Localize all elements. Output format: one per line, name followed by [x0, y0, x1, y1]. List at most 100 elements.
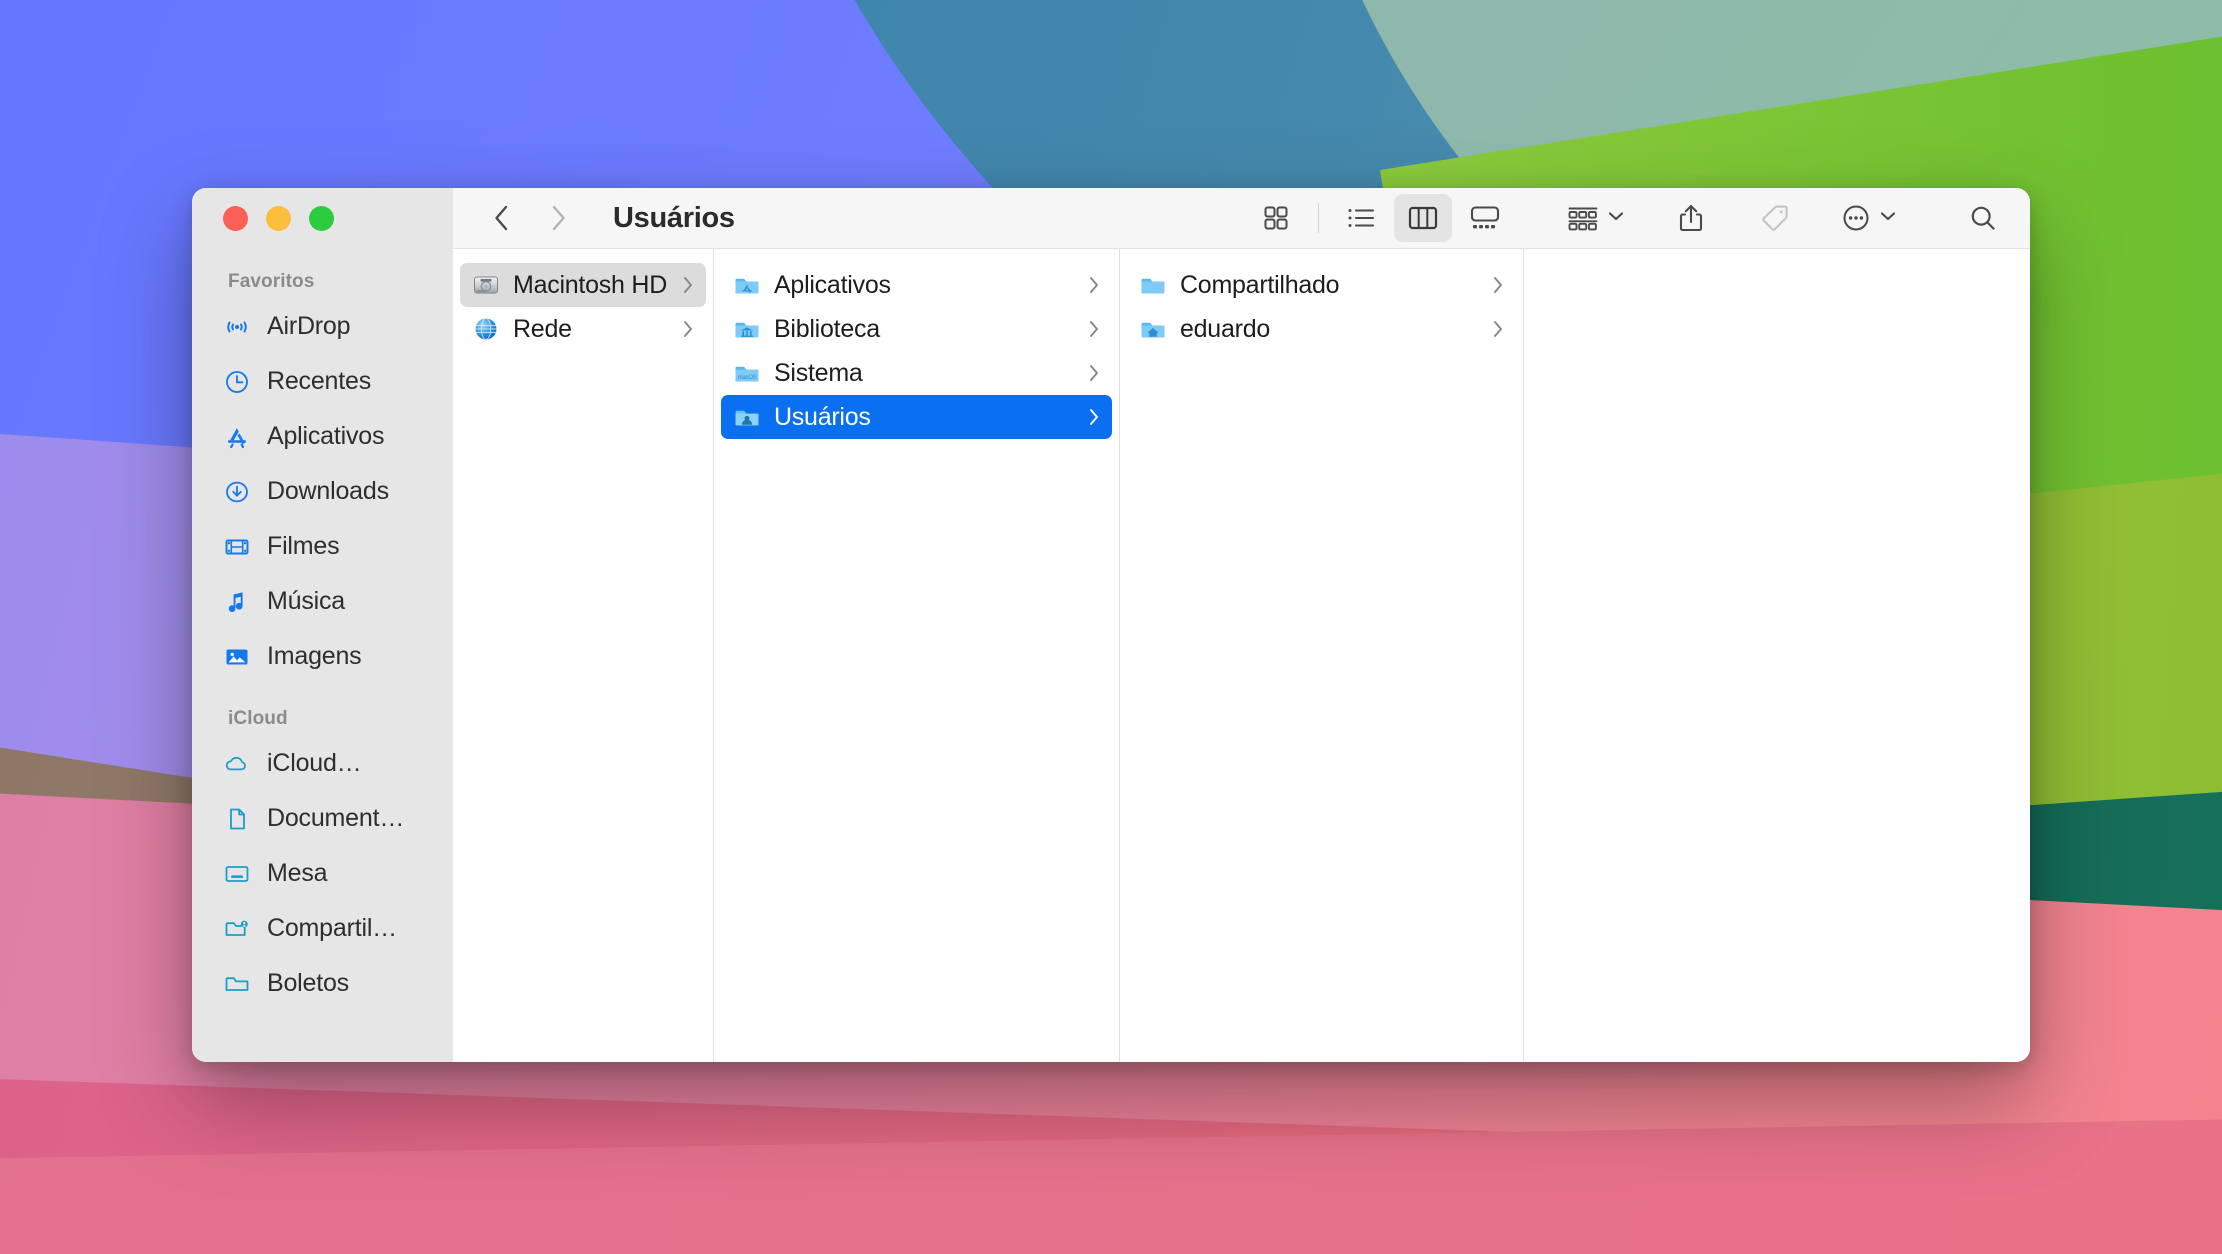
- column-row-usuarios[interactable]: Usuários: [721, 395, 1112, 439]
- svg-text:macOS: macOS: [738, 375, 757, 381]
- sidebar-item-label: AirDrop: [267, 312, 351, 340]
- minimize-button[interactable]: [266, 206, 291, 231]
- chevron-right-icon: [1490, 275, 1506, 295]
- zoom-button[interactable]: [309, 206, 334, 231]
- chevron-right-icon: [1086, 319, 1102, 339]
- photo-icon: [222, 642, 252, 672]
- sidebar-section-header-favoritos: Favoritos: [228, 271, 315, 292]
- folder-library-icon: [732, 314, 762, 344]
- sidebar-section-gap: [192, 684, 453, 708]
- chevron-right-icon: [1086, 275, 1102, 295]
- column-browser: Macintosh HD Rede Aplicativos Biblioteca…: [453, 249, 2030, 1062]
- sidebar-item-label: Mesa: [267, 859, 328, 887]
- window-body: Favoritos AirDrop Recentes Aplicativos D…: [192, 188, 2030, 1062]
- toolbar-divider: [1318, 203, 1319, 233]
- more-icon-wrapper[interactable]: [1834, 194, 1904, 242]
- list-view-button[interactable]: [1332, 194, 1390, 242]
- hard-drive-icon: [471, 270, 501, 300]
- network-globe-icon: [471, 314, 501, 344]
- folder-icon: [1138, 270, 1168, 300]
- column-macintosh-hd[interactable]: Aplicativos Biblioteca macOS Sistema Usu…: [714, 249, 1120, 1062]
- column-usuarios[interactable]: Compartilhado eduardo: [1120, 249, 1524, 1062]
- sidebar-item-aplicativos[interactable]: Aplicativos: [192, 409, 453, 464]
- more-button[interactable]: [1834, 194, 1904, 242]
- sidebar-item-documentos[interactable]: Document…: [192, 791, 453, 846]
- column-row-label: Macintosh HD: [513, 270, 667, 299]
- sidebar-item-recentes[interactable]: Recentes: [192, 354, 453, 409]
- back-button[interactable]: [479, 195, 525, 241]
- column-row-label: Usuários: [774, 402, 871, 431]
- sidebar-item-musica[interactable]: Música: [192, 574, 453, 629]
- chevron-right-icon: [1490, 319, 1506, 339]
- column-row-macintosh-hd[interactable]: Macintosh HD: [460, 263, 706, 307]
- finder-window[interactable]: Favoritos AirDrop Recentes Aplicativos D…: [192, 188, 2030, 1062]
- sidebar-item-label: Downloads: [267, 477, 389, 505]
- sidebar: Favoritos AirDrop Recentes Aplicativos D…: [192, 188, 453, 1062]
- column-row-label: Sistema: [774, 358, 863, 387]
- column-row-label: Biblioteca: [774, 314, 880, 343]
- chevron-down-icon: [1606, 209, 1626, 228]
- column-row-label: Rede: [513, 314, 572, 343]
- sidebar-scroll-area[interactable]: Favoritos AirDrop Recentes Aplicativos D…: [192, 249, 453, 1062]
- shared-folder-icon: [222, 914, 252, 944]
- tags-button[interactable]: [1750, 194, 1800, 242]
- download-icon: [222, 477, 252, 507]
- sidebar-item-filmes[interactable]: Filmes: [192, 519, 453, 574]
- group-button[interactable]: [1560, 194, 1632, 242]
- clock-icon: [222, 367, 252, 397]
- main-pane: Usuários Macintosh HD Rede Aplicativos B…: [453, 188, 2030, 1062]
- search-button[interactable]: [1958, 194, 2008, 242]
- column-row-label: eduardo: [1180, 314, 1270, 343]
- sidebar-item-label: iCloud…: [267, 749, 362, 777]
- cloud-icon: [222, 749, 252, 779]
- toolbar: Usuários: [453, 188, 2030, 249]
- column-row-aplicativos[interactable]: Aplicativos: [721, 263, 1112, 307]
- appstore-icon: [222, 422, 252, 452]
- sidebar-item-label: Compartil…: [267, 914, 397, 942]
- sidebar-item-label: Imagens: [267, 642, 362, 670]
- column-view-button[interactable]: [1394, 194, 1452, 242]
- chevron-right-icon: [680, 275, 696, 295]
- film-icon: [222, 532, 252, 562]
- folder-system-icon: macOS: [732, 358, 762, 388]
- column-row-rede[interactable]: Rede: [460, 307, 706, 351]
- sidebar-item-airdrop[interactable]: AirDrop: [192, 299, 453, 354]
- sidebar-item-label: Recentes: [267, 367, 372, 395]
- sidebar-item-label: Filmes: [267, 532, 340, 560]
- column-row-biblioteca[interactable]: Biblioteca: [721, 307, 1112, 351]
- folder-apps-icon: [732, 270, 762, 300]
- chevron-right-icon: [1086, 363, 1102, 383]
- column-row-compartilhado[interactable]: Compartilhado: [1127, 263, 1516, 307]
- traffic-lights: [192, 188, 453, 249]
- forward-button[interactable]: [535, 195, 581, 241]
- sidebar-section-header-icloud: iCloud: [228, 708, 288, 729]
- sidebar-item-downloads[interactable]: Downloads: [192, 464, 453, 519]
- group-icon-wrapper[interactable]: [1560, 194, 1632, 242]
- column-locations[interactable]: Macintosh HD Rede: [453, 249, 714, 1062]
- column-row-label: Compartilhado: [1180, 270, 1340, 299]
- desktop-icon: [222, 859, 252, 889]
- close-button[interactable]: [223, 206, 248, 231]
- sidebar-item-label: Música: [267, 587, 345, 615]
- sidebar-item-imagens[interactable]: Imagens: [192, 629, 453, 684]
- navigation-buttons: [479, 195, 581, 241]
- folder-users-icon: [732, 402, 762, 432]
- gallery-view-button[interactable]: [1456, 194, 1514, 242]
- window-title: Usuários: [613, 201, 735, 234]
- sidebar-item-label: Boletos: [267, 969, 349, 997]
- column-row-sistema[interactable]: macOS Sistema: [721, 351, 1112, 395]
- airdrop-icon: [222, 312, 252, 342]
- sidebar-item-compartilhado[interactable]: Compartil…: [192, 901, 453, 956]
- document-icon: [222, 804, 252, 834]
- sidebar-item-icloud-drive[interactable]: iCloud…: [192, 736, 453, 791]
- chevron-right-icon: [1086, 407, 1102, 427]
- sidebar-item-label: Aplicativos: [267, 422, 385, 450]
- sidebar-item-mesa[interactable]: Mesa: [192, 846, 453, 901]
- share-button[interactable]: [1666, 194, 1716, 242]
- column-row-eduardo[interactable]: eduardo: [1127, 307, 1516, 351]
- icon-view-button[interactable]: [1247, 194, 1305, 242]
- column-preview[interactable]: [1524, 249, 2030, 1062]
- sidebar-item-boletos[interactable]: Boletos: [192, 956, 453, 1011]
- view-mode-segmented-control: [1247, 194, 1514, 242]
- chevron-down-icon: [1878, 209, 1898, 228]
